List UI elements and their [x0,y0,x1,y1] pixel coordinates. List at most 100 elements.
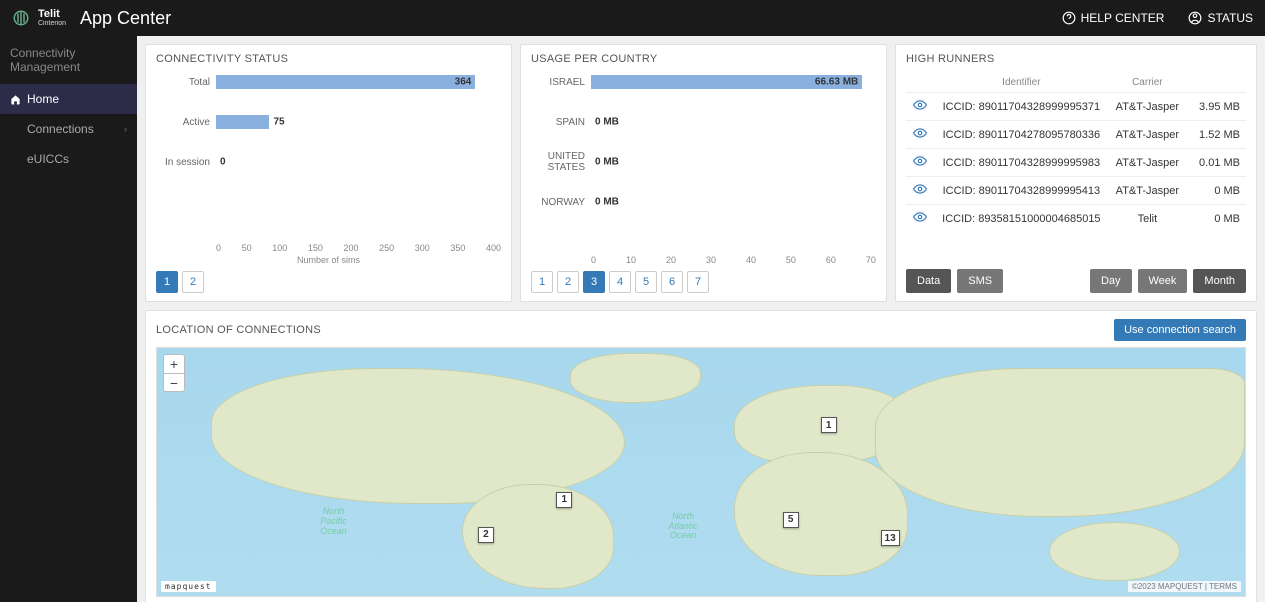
bar-category-label: UNITED STATES [531,151,591,173]
x-tick: 100 [272,243,287,253]
x-tick: 300 [415,243,430,253]
cell-usage: 1.52 MB [1186,121,1246,149]
map-marker[interactable]: 2 [478,527,494,543]
view-icon[interactable] [913,182,927,196]
zoom-out-button[interactable]: − [164,373,184,391]
map-canvas[interactable]: NorthPacificOcean NorthAtlanticOcean + −… [156,347,1246,597]
page-1[interactable]: 1 [156,271,178,293]
zoom-in-button[interactable]: + [164,355,184,373]
view-icon[interactable] [913,154,927,168]
bar-row: ISRAEL66.63 MB [531,71,876,93]
tab-month[interactable]: Month [1193,269,1246,293]
bar-value-label: 0 MB [595,157,619,168]
bar-value-label: 364 [455,77,472,88]
x-tick: 250 [379,243,394,253]
x-tick: 50 [786,255,796,265]
map-marker[interactable]: 1 [556,492,572,508]
x-tick: 30 [706,255,716,265]
sidebar-section-title: Connectivity Management [0,36,137,84]
status-icon [1188,11,1202,25]
bar-category-label: ISRAEL [531,77,591,88]
bar-category-label: SPAIN [531,117,591,128]
page-5[interactable]: 5 [635,271,657,293]
bar: 364 [216,75,475,89]
map-marker[interactable]: 1 [821,417,837,433]
app-title: App Center [80,8,171,29]
bar-value-label: 0 MB [595,197,619,208]
bar-category-label: NORWAY [531,197,591,208]
cell-carrier: AT&T-Jasper [1109,149,1186,177]
x-tick: 400 [486,243,501,253]
sidebar: Connectivity Management Home Connections… [0,36,137,602]
cell-identifier: ICCID: 89011704328999995371 [934,93,1109,121]
cell-usage: 0 MB [1186,205,1246,233]
home-icon [10,94,21,105]
table-row: ICCID: 89011704328999995983AT&T-Jasper0.… [906,149,1246,177]
cell-identifier: ICCID: 89011704328999995413 [934,177,1109,205]
x-tick: 350 [450,243,465,253]
brand-logo-icon [12,9,30,27]
pagination: 12 [156,265,501,293]
table-row: ICCID: 89011704328999995413AT&T-Jasper0 … [906,177,1246,205]
cell-carrier: AT&T-Jasper [1109,177,1186,205]
help-center-label: HELP CENTER [1081,11,1165,25]
bar-row: Active 75 [156,111,501,133]
table-row: ICCID: 89011704278095780336AT&T-Jasper1.… [906,121,1246,149]
table-row: ICCID: 89011704328999995371AT&T-Jasper3.… [906,93,1246,121]
view-icon[interactable] [913,126,927,140]
page-1[interactable]: 1 [531,271,553,293]
help-center-link[interactable]: HELP CENTER [1062,11,1165,25]
x-tick: 200 [343,243,358,253]
cell-carrier: AT&T-Jasper [1109,121,1186,149]
col-carrier: Carrier [1109,73,1186,93]
ocean-label: NorthPacificOcean [320,507,347,537]
map-attribution-right: ©2023 MAPQUEST | TERMS [1128,581,1241,592]
tab-data[interactable]: Data [906,269,951,293]
x-tick: 20 [666,255,676,265]
x-tick: 40 [746,255,756,265]
bar-value-label: 0 MB [595,117,619,128]
x-tick: 10 [626,255,636,265]
sidebar-item-label: Home [27,92,59,106]
high-runners-table: Identifier Carrier ICCID: 89011704328999… [906,73,1246,232]
col-identifier: Identifier [934,73,1109,93]
sidebar-item-euiccs[interactable]: eUICCs [0,144,137,174]
cell-carrier: Telit [1109,205,1186,233]
map-attribution-left: mapquest [161,581,216,592]
panel-title: USAGE PER COUNTRY [531,53,876,65]
page-2[interactable]: 2 [557,271,579,293]
view-icon[interactable] [913,98,927,112]
map-marker[interactable]: 13 [881,530,900,546]
cell-identifier: ICCID: 89011704278095780336 [934,121,1109,149]
page-3[interactable]: 3 [583,271,605,293]
sidebar-item-home[interactable]: Home [0,84,137,114]
tab-week[interactable]: Week [1138,269,1188,293]
cell-identifier: ICCID: 89358151000004685015 [934,205,1109,233]
panel-location-of-connections: LOCATION OF CONNECTIONS Use connection s… [145,310,1257,602]
bar-row: Total364 [156,71,501,93]
page-7[interactable]: 7 [687,271,709,293]
sidebar-item-connections[interactable]: Connections › [0,114,137,144]
use-connection-search-button[interactable]: Use connection search [1114,319,1246,341]
page-6[interactable]: 6 [661,271,683,293]
map-marker[interactable]: 5 [783,512,799,528]
ocean-label: NorthAtlanticOcean [668,512,698,542]
panel-high-runners: HIGH RUNNERS Identifier Carrier ICCID: 8… [895,44,1257,302]
tab-day[interactable]: Day [1090,269,1132,293]
usage-chart: ISRAEL66.63 MB SPAIN 0 MB UNITED STATES 0 MB… [531,71,876,251]
view-icon[interactable] [913,210,927,224]
x-tick: 70 [866,255,876,265]
sidebar-item-label: Connections [27,122,94,136]
app-header: Telit Cinterion App Center HELP CENTER S… [0,0,1265,36]
bar-value-label: 75 [273,117,284,128]
bar-category-label: Active [156,117,216,128]
tab-sms[interactable]: SMS [957,269,1003,293]
page-2[interactable]: 2 [182,271,204,293]
chevron-right-icon: › [124,124,127,134]
status-link[interactable]: STATUS [1188,11,1253,25]
panel-title: CONNECTIVITY STATUS [156,53,501,65]
panel-usage-per-country: USAGE PER COUNTRY ISRAEL66.63 MB SPAIN 0 M… [520,44,887,302]
bar-row: UNITED STATES 0 MB [531,151,876,173]
page-4[interactable]: 4 [609,271,631,293]
cell-usage: 0 MB [1186,177,1246,205]
